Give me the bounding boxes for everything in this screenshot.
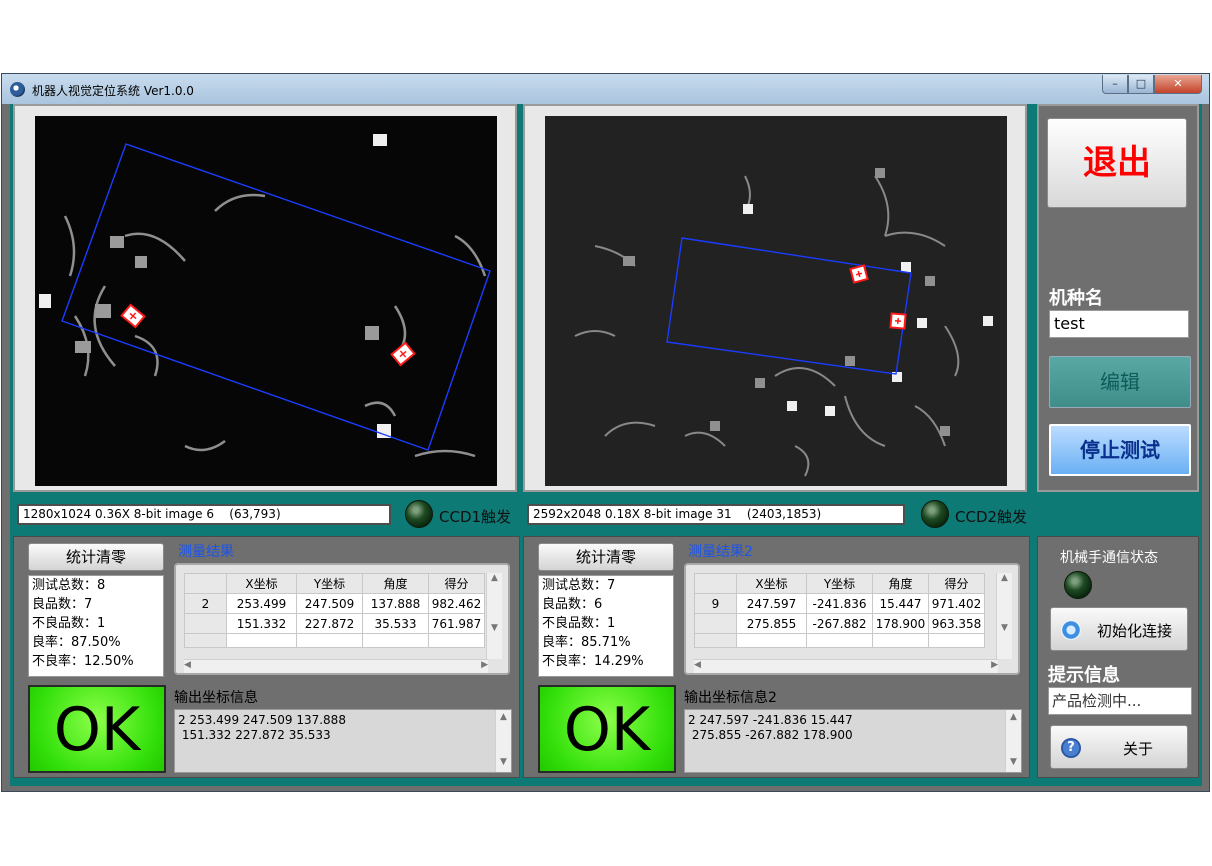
table-row[interactable] xyxy=(184,633,485,648)
table-row[interactable]: 151.332 227.872 35.533 761.987 xyxy=(184,613,485,634)
output-scrollbar[interactable]: ▲ ▼ xyxy=(495,710,511,772)
ccd2-output-title: 输出坐标信息2 xyxy=(684,690,777,706)
ccd2-camera-image[interactable] xyxy=(545,116,1007,486)
table-header[interactable]: 得分 xyxy=(428,573,485,594)
ccd1-output-title: 输出坐标信息 xyxy=(174,690,258,706)
control-panel: 退出 机种名 test 编辑 停止测试 xyxy=(1037,104,1199,492)
ccd1-trigger-led xyxy=(405,500,433,528)
ccd1-status-strip: 1280x1024 0.36X 8-bit image 6 (63,793) C… xyxy=(13,496,517,532)
title-bar[interactable]: 机器人视觉定位系统 Ver1.0.0 – □ ✕ xyxy=(2,74,1209,104)
model-name-label: 机种名 xyxy=(1049,288,1103,309)
table-horizontal-scrollbar[interactable]: ◀ ▶ xyxy=(694,659,998,673)
hint-field: 产品检测中... xyxy=(1048,687,1192,715)
about-label: 关于 xyxy=(1123,740,1154,758)
ccd1-camera-image[interactable] xyxy=(35,116,497,486)
ccd1-results-title: 测量结果 xyxy=(178,544,234,560)
table-header[interactable]: 得分 xyxy=(928,573,985,594)
ccd2-bad-rate: 不良率：14.29% xyxy=(542,654,644,669)
ccd2-results-table[interactable]: X坐标 Y坐标 角度 得分 9 247.597 -241.836 15.447 … xyxy=(684,563,1020,675)
table-vertical-scrollbar[interactable]: ▲ ▼ xyxy=(486,573,502,659)
table-row[interactable]: 275.855 -267.882 178.900 963.358 xyxy=(694,613,985,634)
output-scrollbar[interactable]: ▲ ▼ xyxy=(1005,710,1021,772)
close-button[interactable]: ✕ xyxy=(1154,75,1202,94)
init-connection-label: 初始化连接 xyxy=(1097,622,1173,640)
ccd2-clear-stats-button[interactable]: 统计清零 xyxy=(538,543,674,571)
ccd2-total-count: 测试总数：7 xyxy=(542,578,616,593)
ccd2-trigger-label: CCD2触发 xyxy=(955,508,1028,526)
ccd2-bad-count: 不良品数：1 xyxy=(542,616,616,631)
ccd2-image-pane[interactable] xyxy=(523,104,1027,492)
ccd2-image-info: 2592x2048 0.18X 8-bit image 31 (2403,185… xyxy=(527,504,905,525)
ccd1-bad-count: 不良品数：1 xyxy=(32,616,106,631)
robot-comm-status-label: 机械手通信状态 xyxy=(1060,550,1158,566)
ccd1-good-count: 良品数：7 xyxy=(32,597,93,612)
app-window: 机器人视觉定位系统 Ver1.0.0 – □ ✕ 退出 机种名 test 编辑 … xyxy=(1,73,1210,792)
edit-button[interactable]: 编辑 xyxy=(1049,356,1191,408)
table-header[interactable]: Y坐标 xyxy=(806,573,873,594)
ccd1-image-info: 1280x1024 0.36X 8-bit image 6 (63,793) xyxy=(17,504,391,525)
table-header[interactable]: X坐标 xyxy=(226,573,297,594)
ccd2-result-indicator: OK xyxy=(538,685,676,773)
ccd1-total-count: 测试总数：8 xyxy=(32,578,106,593)
table-horizontal-scrollbar[interactable]: ◀ ▶ xyxy=(184,659,488,673)
table-header[interactable]: 角度 xyxy=(872,573,929,594)
ccd2-good-count: 良品数：6 xyxy=(542,597,603,612)
ccd2-output-textbox[interactable]: 2 247.597 -241.836 15.447 275.855 -267.8… xyxy=(684,709,1022,773)
maximize-button[interactable]: □ xyxy=(1128,75,1154,94)
ccd2-trigger-led xyxy=(921,500,949,528)
ccd1-image-pane[interactable] xyxy=(13,104,517,492)
stop-test-button[interactable]: 停止测试 xyxy=(1049,424,1191,476)
table-row[interactable] xyxy=(694,633,985,648)
robot-comm-led xyxy=(1064,571,1092,599)
ccd2-good-rate: 良率：85.71% xyxy=(542,635,631,650)
refresh-icon xyxy=(1061,620,1081,640)
ccd1-results-panel: 统计清零 测试总数：8 良品数：7 不良品数：1 良率：87.50% 不良率：1… xyxy=(13,536,520,778)
table-row[interactable]: 2 253.499 247.509 137.888 982.462 xyxy=(184,593,485,614)
table-header xyxy=(694,573,737,594)
app-icon xyxy=(10,82,25,97)
table-header[interactable]: X坐标 xyxy=(736,573,807,594)
ccd2-results-panel: 统计清零 测试总数：7 良品数：6 不良品数：1 良率：85.71% 不良率：1… xyxy=(523,536,1030,778)
ccd2-stats-box: 测试总数：7 良品数：6 不良品数：1 良率：85.71% 不良率：14.29% xyxy=(538,575,674,677)
hint-label: 提示信息 xyxy=(1048,665,1120,686)
ccd2-results-title: 测量结果2 xyxy=(688,544,753,560)
init-connection-button[interactable]: 初始化连接 xyxy=(1050,607,1188,651)
table-header xyxy=(184,573,227,594)
about-button[interactable]: ? 关于 xyxy=(1050,725,1188,769)
table-header[interactable]: 角度 xyxy=(362,573,429,594)
model-name-input[interactable]: test xyxy=(1049,310,1189,338)
window-title: 机器人视觉定位系统 Ver1.0.0 xyxy=(32,84,194,98)
help-icon: ? xyxy=(1061,738,1081,758)
table-row[interactable]: 9 247.597 -241.836 15.447 971.402 xyxy=(694,593,985,614)
exit-button[interactable]: 退出 xyxy=(1047,118,1187,208)
minimize-button[interactable]: – xyxy=(1102,75,1128,94)
ccd2-status-strip: 2592x2048 0.18X 8-bit image 31 (2403,185… xyxy=(523,496,1033,532)
ccd1-stats-box: 测试总数：8 良品数：7 不良品数：1 良率：87.50% 不良率：12.50% xyxy=(28,575,164,677)
ccd1-good-rate: 良率：87.50% xyxy=(32,635,121,650)
ccd1-result-indicator: OK xyxy=(28,685,166,773)
ccd1-trigger-label: CCD1触发 xyxy=(439,508,512,526)
table-vertical-scrollbar[interactable]: ▲ ▼ xyxy=(996,573,1012,659)
client-area: 退出 机种名 test 编辑 停止测试 1280x1024 0.36X 8-bi… xyxy=(10,104,1202,786)
ccd1-bad-rate: 不良率：12.50% xyxy=(32,654,134,669)
table-header[interactable]: Y坐标 xyxy=(296,573,363,594)
robot-panel: 机械手通信状态 初始化连接 提示信息 产品检测中... ? 关于 xyxy=(1037,536,1199,778)
ccd1-clear-stats-button[interactable]: 统计清零 xyxy=(28,543,164,571)
ccd1-results-table[interactable]: X坐标 Y坐标 角度 得分 2 253.499 247.509 137.888 … xyxy=(174,563,510,675)
ccd1-output-textbox[interactable]: 2 253.499 247.509 137.888 151.332 227.87… xyxy=(174,709,512,773)
